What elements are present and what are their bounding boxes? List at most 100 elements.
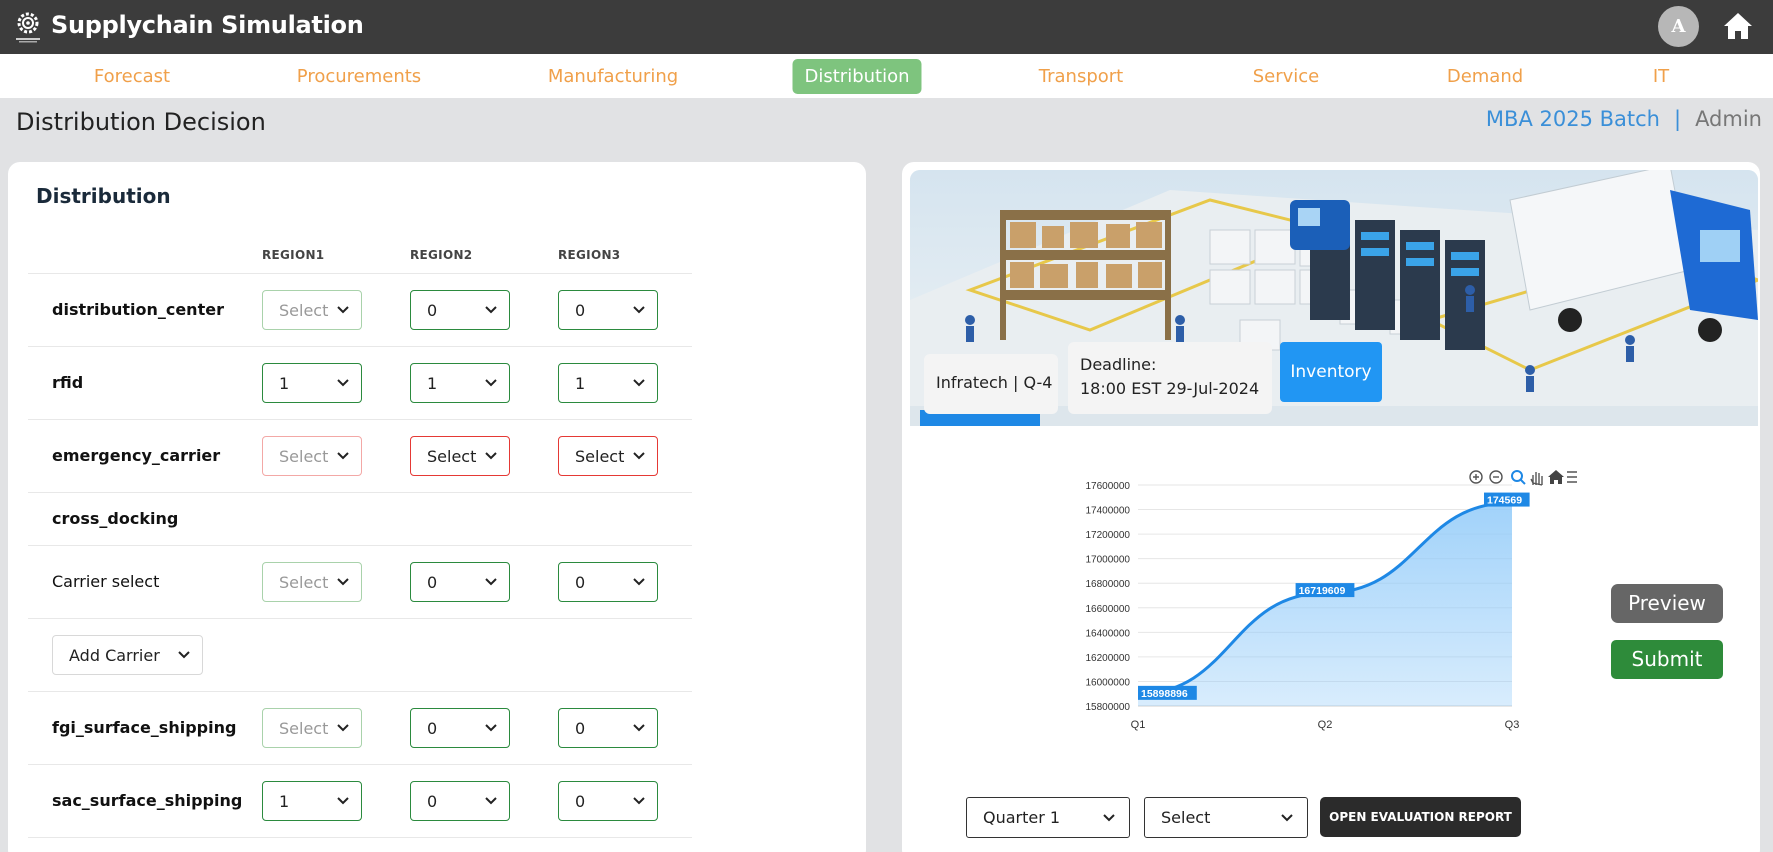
home-icon[interactable] <box>1722 11 1754 41</box>
add-carrier-dropdown[interactable]: Add Carrier <box>52 635 203 675</box>
emergency-carrier-region2-select[interactable]: Select <box>410 436 510 476</box>
chevron-down-icon <box>485 379 497 387</box>
row-divider <box>28 691 692 692</box>
row-divider <box>28 492 692 493</box>
row-divider <box>28 273 692 274</box>
fgi-surface-shipping-region1-select[interactable]: Select <box>262 708 362 748</box>
carrier-select-region1-select[interactable]: Select <box>262 562 362 602</box>
select-value: 1 <box>279 792 290 811</box>
magnifier-icon[interactable] <box>1511 470 1526 485</box>
chevron-down-icon <box>485 452 497 460</box>
nav-it[interactable]: IT <box>1641 59 1681 94</box>
nav-distribution[interactable]: Distribution <box>792 59 922 94</box>
sac-surface-shipping-region2-select[interactable]: 0 <box>410 781 510 821</box>
carrier-select-region2-select[interactable]: 0 <box>410 562 510 602</box>
inventory-button[interactable]: Inventory <box>1280 342 1382 402</box>
nav-forecast[interactable]: Forecast <box>82 59 182 94</box>
fgi-surface-shipping-region3-select[interactable]: 0 <box>558 708 658 748</box>
top-bar: Supplychain Simulation A <box>0 0 1773 54</box>
row-divider <box>28 346 692 347</box>
fgi-surface-shipping-region2-select[interactable]: 0 <box>410 708 510 748</box>
select-value: Select <box>279 573 329 592</box>
deadline-chip: Deadline: 18:00 EST 29-Jul-2024 <box>1068 342 1272 414</box>
data-label: 16719609 <box>1299 585 1346 597</box>
row-divider <box>28 419 692 420</box>
deadline-value: 18:00 EST 29-Jul-2024 <box>1080 379 1260 398</box>
y-tick-label: 16600000 <box>1086 604 1131 615</box>
column-header-region3: REGION3 <box>558 248 621 262</box>
sac-surface-shipping-region3-select[interactable]: 0 <box>558 781 658 821</box>
nav-transport[interactable]: Transport <box>1027 59 1135 94</box>
deadline-label: Deadline: <box>1080 355 1157 374</box>
rfid-region2-select[interactable]: 1 <box>410 363 510 403</box>
report-select[interactable]: Select <box>1144 797 1308 838</box>
row-divider <box>28 545 692 546</box>
data-label: 174569 <box>1487 495 1522 507</box>
nav-demand[interactable]: Demand <box>1435 59 1535 94</box>
row-label-emergency-carrier: emergency_carrier <box>52 446 221 465</box>
pan-hand-icon[interactable] <box>1530 472 1543 486</box>
select-value: 0 <box>427 792 438 811</box>
emergency-carrier-region1-select[interactable]: Select <box>262 436 362 476</box>
chevron-down-icon <box>178 651 190 659</box>
rfid-region1-select[interactable]: 1 <box>262 363 362 403</box>
zoom-out-icon[interactable] <box>1489 470 1503 484</box>
chevron-down-icon <box>633 797 645 805</box>
select-value: Select <box>279 719 329 738</box>
y-tick-label: 16000000 <box>1086 677 1131 688</box>
select-value: 0 <box>427 573 438 592</box>
chevron-down-icon <box>1103 814 1115 822</box>
chevron-down-icon <box>633 578 645 586</box>
user-avatar[interactable]: A <box>1658 6 1699 47</box>
chart-toolbar <box>1469 470 1577 486</box>
emergency-carrier-region3-select[interactable]: Select <box>558 436 658 476</box>
open-evaluation-report-button[interactable]: OPEN EVALUATION REPORT <box>1320 797 1521 837</box>
y-tick-label: 16800000 <box>1086 579 1131 590</box>
chevron-down-icon <box>485 578 497 586</box>
batch-name[interactable]: MBA 2025 Batch <box>1486 107 1660 131</box>
add-carrier-label: Add Carrier <box>69 646 160 665</box>
sac-surface-shipping-region1-select[interactable]: 1 <box>262 781 362 821</box>
select-value: Select <box>575 447 625 466</box>
distribution-center-region1-select[interactable]: Select <box>262 290 362 330</box>
home-icon[interactable] <box>1548 470 1564 484</box>
chevron-down-icon <box>337 797 349 805</box>
menu-icon[interactable] <box>1567 471 1577 483</box>
data-label: 15898896 <box>1141 688 1188 700</box>
select-value: Select <box>279 447 329 466</box>
select-value: 1 <box>575 374 586 393</box>
chevron-down-icon <box>337 578 349 586</box>
x-tick-label: Q3 <box>1505 719 1520 731</box>
row-divider <box>28 618 692 619</box>
select-value: 0 <box>575 301 586 320</box>
select-value: Select <box>427 447 477 466</box>
row-label-fgi-surface-shipping: fgi_surface_shipping <box>52 718 237 737</box>
select-value: 0 <box>575 573 586 592</box>
distribution-center-region2-select[interactable]: 0 <box>410 290 510 330</box>
chevron-down-icon <box>337 306 349 314</box>
row-label-carrier-select: Carrier select <box>52 572 160 591</box>
y-tick-label: 17600000 <box>1086 481 1131 492</box>
y-tick-label: 16200000 <box>1086 653 1131 664</box>
y-tick-label: 16400000 <box>1086 628 1131 639</box>
rfid-region3-select[interactable]: 1 <box>558 363 658 403</box>
user-role: Admin <box>1695 107 1762 131</box>
row-label-cross-docking: cross_docking <box>52 509 179 528</box>
nav-manufacturing[interactable]: Manufacturing <box>536 59 690 94</box>
distribution-center-region3-select[interactable]: 0 <box>558 290 658 330</box>
quarter-select[interactable]: Quarter 1 <box>966 797 1130 838</box>
chevron-down-icon <box>633 306 645 314</box>
module-nav: Forecast Procurements Manufacturing Dist… <box>0 54 1773 98</box>
row-divider <box>28 764 692 765</box>
nav-procurements[interactable]: Procurements <box>285 59 433 94</box>
submit-button[interactable]: Submit <box>1611 640 1723 679</box>
preview-button[interactable]: Preview <box>1611 584 1723 623</box>
carrier-select-region3-select[interactable]: 0 <box>558 562 658 602</box>
row-label-rfid: rfid <box>52 373 84 392</box>
zoom-in-icon[interactable] <box>1469 470 1483 484</box>
select-value: 1 <box>427 374 438 393</box>
select-value: 0 <box>575 792 586 811</box>
y-tick-label: 17200000 <box>1086 530 1131 541</box>
page-title: Distribution Decision <box>16 108 266 136</box>
nav-service[interactable]: Service <box>1241 59 1332 94</box>
